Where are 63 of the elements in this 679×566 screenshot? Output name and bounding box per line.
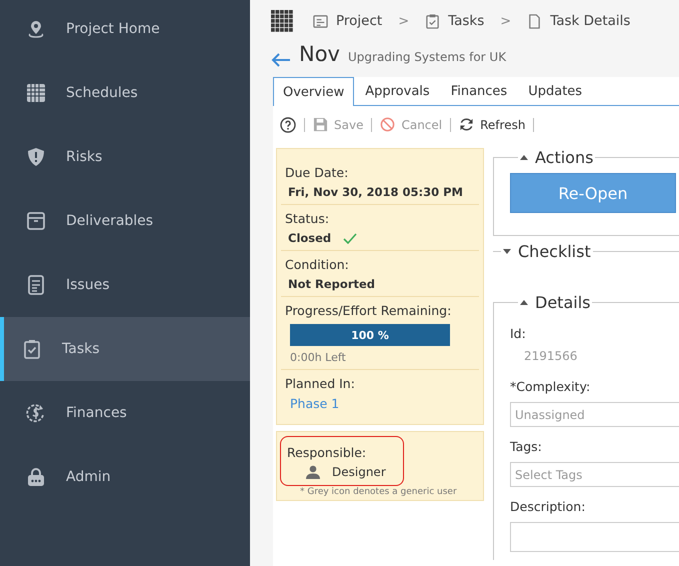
section-toggle[interactable]: Checklist xyxy=(501,242,593,261)
description-field[interactable] xyxy=(510,522,679,552)
tab[interactable]: Overview xyxy=(273,77,354,106)
field-value: Closed xyxy=(287,231,332,245)
sidebar-item[interactable]: Finances xyxy=(0,381,250,445)
field-label: Id: xyxy=(510,326,527,341)
grid-icon xyxy=(26,83,46,103)
field-label: Status: xyxy=(285,211,330,226)
help-button[interactable] xyxy=(280,116,296,132)
sidebar-item[interactable]: Admin xyxy=(0,445,250,509)
breadcrumb-separator: > xyxy=(500,14,512,28)
field-label: Due Date: xyxy=(285,165,350,180)
sidebar-item[interactable]: Project Home xyxy=(0,0,250,61)
page-icon xyxy=(527,14,542,28)
expand-caret-icon xyxy=(503,249,511,254)
sidebar-item[interactable]: Deliverables xyxy=(0,189,250,253)
footnote: * Grey icon denotes a generic user xyxy=(299,487,458,497)
section-toggle[interactable]: Details xyxy=(518,293,592,312)
archive-box-icon xyxy=(26,211,46,231)
collapse-caret-icon xyxy=(520,155,528,160)
collapse-caret-icon xyxy=(520,300,528,305)
shield-icon xyxy=(26,147,46,167)
document-icon xyxy=(26,275,46,295)
tab[interactable]: Approvals xyxy=(355,77,440,105)
breadcrumb-link[interactable]: Project xyxy=(313,13,382,29)
back-arrow-icon[interactable] xyxy=(271,52,291,68)
user-icon xyxy=(306,465,320,479)
dollar-cycle-icon xyxy=(26,403,46,423)
section-toggle[interactable]: Actions xyxy=(518,148,596,167)
field-label: Condition: xyxy=(285,257,350,272)
field-value: Fri, Nov 30, 2018 05:30 PM xyxy=(287,185,464,199)
field-label: *Complexity: xyxy=(510,379,592,394)
lock-icon xyxy=(26,467,46,487)
project-icon xyxy=(313,14,328,28)
clipboard-check-icon xyxy=(22,339,42,359)
breadcrumb-link[interactable]: Tasks xyxy=(425,13,484,29)
breadcrumb-separator: > xyxy=(398,14,410,28)
id-value: 2191566 xyxy=(523,349,578,363)
field-label: Progress/Effort Remaining: xyxy=(285,303,452,318)
sidebar-item[interactable]: Risks xyxy=(0,125,250,189)
page-title: Nov xyxy=(299,42,340,66)
clipboard-check-icon xyxy=(425,14,440,28)
page-subtitle: Upgrading Systems for UK xyxy=(348,50,506,64)
tags-field[interactable]: Select Tags xyxy=(510,462,679,487)
user-name: Designer xyxy=(332,465,386,479)
field-label: Planned In: xyxy=(285,376,356,391)
app-grid-icon[interactable] xyxy=(271,10,293,32)
tab[interactable]: Updates xyxy=(518,77,592,105)
prohibited-icon xyxy=(380,117,396,132)
location-pin-icon xyxy=(26,19,46,39)
breadcrumb-link[interactable]: Task Details xyxy=(527,13,630,29)
sidebar-item[interactable]: Schedules xyxy=(0,61,250,125)
field-value: Not Reported xyxy=(287,277,376,291)
field-label: Description: xyxy=(510,499,586,514)
field-label: Responsible: xyxy=(287,445,368,460)
field-label: Tags: xyxy=(510,439,543,454)
tab[interactable]: Finances xyxy=(440,77,518,105)
refresh-icon xyxy=(459,117,474,132)
remaining-text: 0:00h Left xyxy=(289,351,347,364)
sidebar-item[interactable]: Tasks xyxy=(0,317,250,381)
refresh-button[interactable]: Refresh xyxy=(459,117,526,132)
progress-reading: 100 % xyxy=(351,328,389,342)
sidebar-item[interactable]: Issues xyxy=(0,253,250,317)
